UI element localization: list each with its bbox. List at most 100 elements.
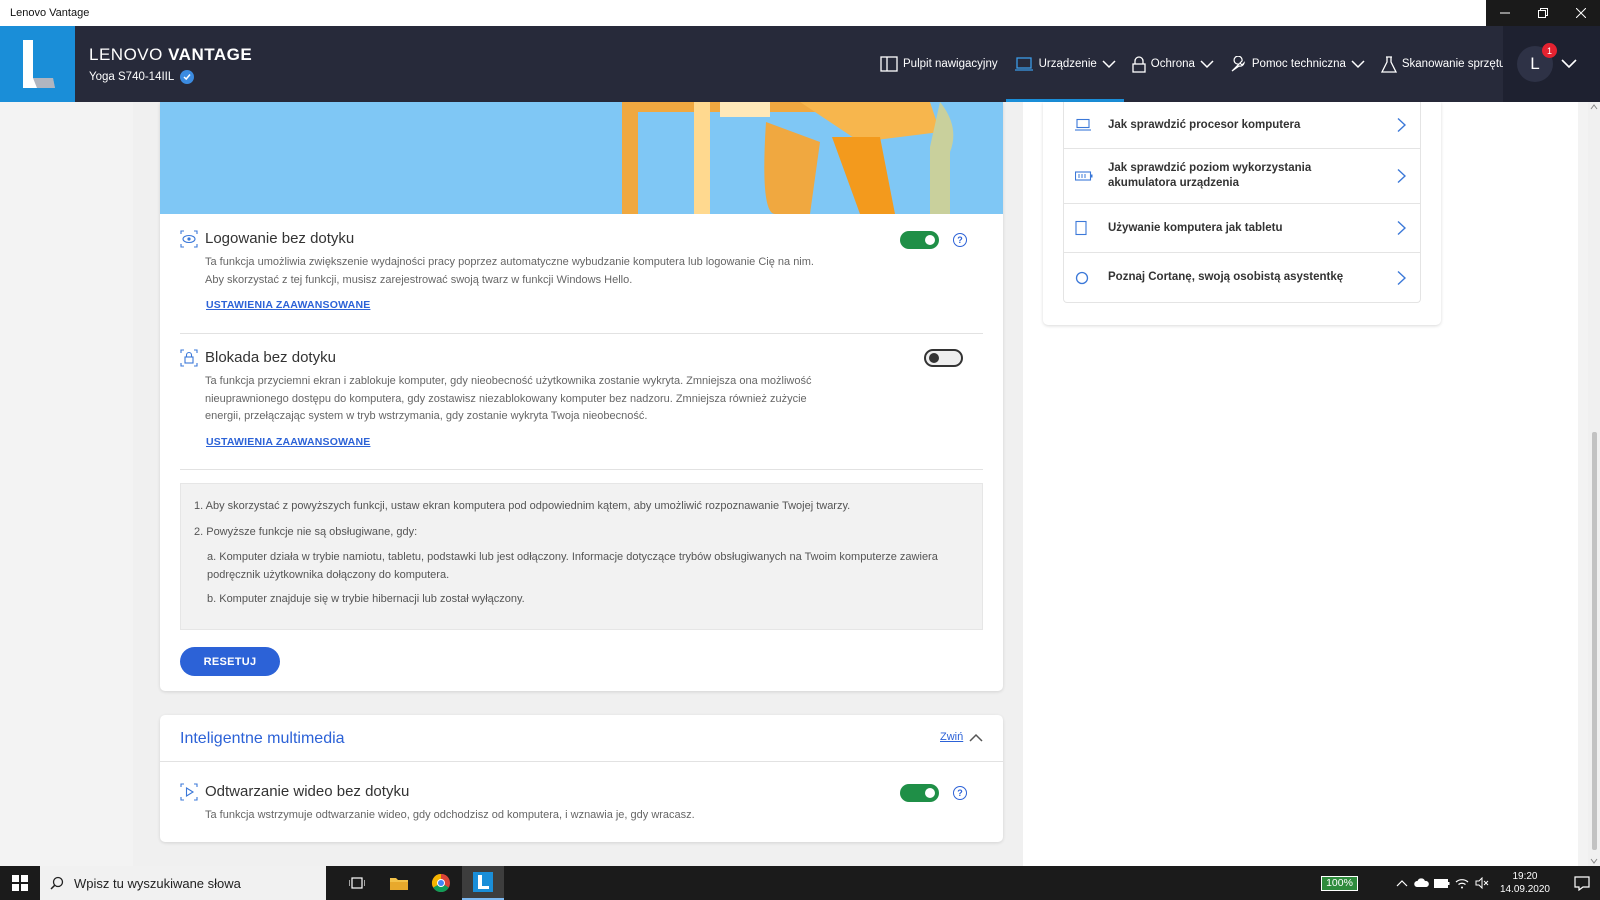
avatar[interactable]: L 1 [1517,43,1557,82]
folder-icon [390,878,408,890]
feature-touchless-login: Logowanie bez dotyku Ta funkcja umożliwi… [180,230,983,311]
chevron-down-icon[interactable] [1561,59,1577,69]
feature-description: Ta funkcja umożliwia zwiększenie wydajno… [205,256,814,286]
feature-title: Odtwarzanie wideo bez dotyku [205,783,410,800]
nav-dashboard[interactable]: Pulpit nawigacyjny [872,26,1006,102]
battery-button[interactable] [1432,878,1452,888]
help-icon[interactable]: ? [953,786,967,800]
divider [180,469,983,470]
chevron-right-icon [1397,220,1406,236]
windows-icon [12,875,28,891]
lenovo-logo[interactable] [0,26,75,102]
file-explorer-button[interactable] [378,866,420,900]
battery-percentage[interactable]: 100% [1321,875,1358,891]
article-item[interactable]: Używanie komputera jak tabletu [1064,204,1420,253]
device-model: Yoga S740-14IIL [89,69,252,84]
search-placeholder: Wpisz tu wyszukiwane słowa [74,875,241,891]
speaker-muted-icon [1475,877,1489,889]
smart-media-card: Inteligentne multimedia Zwiń Odtwarzanie… [160,715,1003,842]
note-1: 1. Aby skorzystać z powyższych funkcji, … [194,500,851,512]
touchless-lock-toggle[interactable] [924,349,963,367]
minimize-icon [1500,12,1510,14]
brand-name: LENOVO VANTAGE [89,44,253,64]
close-icon [1576,8,1586,18]
window-title: Lenovo Vantage [10,7,90,19]
requirements-notes: 1. Aby skorzystać z powyższych funkcji, … [180,483,983,630]
restore-button[interactable] [1524,0,1562,26]
touchless-login-toggle[interactable] [900,231,939,249]
feature-touchless-video: Odtwarzanie wideo bez dotyku Ta funkcja … [180,783,983,823]
minimize-button[interactable] [1486,0,1524,26]
scrollbar[interactable] [1588,102,1600,866]
window-controls [1486,0,1600,26]
chevron-up-icon [969,733,983,742]
chrome-button[interactable] [420,866,462,900]
network-button[interactable] [1452,877,1472,889]
lock-icon [1132,55,1146,73]
taskbar: Wpisz tu wyszukiwane słowa 100% 19:20 14… [0,866,1600,900]
laptop-icon [1014,57,1033,71]
illustration [160,102,1003,214]
cortana-icon [1075,271,1089,284]
note-2b: b. Komputer znajduje się w trybie hibern… [207,593,525,605]
reset-button[interactable]: RESETUJ [180,647,280,676]
notification-badge: 1 [1542,43,1557,58]
article-list: Jak sprawdzić procesor komputera Jak spr… [1063,102,1421,303]
restore-icon [1538,8,1548,18]
note-2: 2. Powyższe funkcje nie są obsługiwane, … [194,526,418,538]
smart-assist-card: Logowanie bez dotyku Ta funkcja umożliwi… [160,102,1003,691]
volume-button[interactable] [1472,877,1492,889]
vantage-logo-icon [22,40,55,88]
show-hidden-icons-button[interactable] [1392,879,1412,887]
chevron-right-icon [1397,270,1406,285]
notification-icon [1574,875,1590,891]
media-card-title: Inteligentne multimedia [180,730,345,747]
media-card-header: Inteligentne multimedia Zwiń [160,715,1003,762]
battery-icon [1433,878,1450,888]
feature-title: Logowanie bez dotyku [205,230,355,247]
chevron-down-icon [1351,59,1365,68]
taskbar-search[interactable]: Wpisz tu wyszukiwane słowa [40,866,326,900]
task-view-button[interactable] [336,866,378,900]
laptop-icon [1075,118,1091,131]
feature-description: Ta funkcja wstrzymuje odtwarzanie wideo,… [205,809,695,821]
article-item[interactable]: Poznaj Cortanę, swoją osobistą asystentk… [1064,253,1420,302]
nav-security[interactable]: Ochrona [1124,26,1222,102]
clock[interactable]: 19:20 14.09.2020 [1500,870,1550,896]
article-item[interactable]: Jak sprawdzić poziom wykorzystania akumu… [1064,149,1420,204]
articles-card: Jak sprawdzić procesor komputera Jak spr… [1043,102,1441,325]
lock-scan-icon [180,349,198,367]
system-tray: 100% 19:20 14.09.2020 [1321,866,1600,900]
scroll-thumb[interactable] [1592,432,1597,850]
action-center-button[interactable] [1564,875,1600,891]
flask-icon [1380,55,1397,73]
advanced-settings-link[interactable]: USTAWIENIA ZAAWANSOWANE [206,436,370,448]
nav-hardware-scan[interactable]: Skanowanie sprzętu [1373,26,1514,102]
scroll-up-icon [1590,104,1598,110]
feature-title: Blokada bez dotyku [205,349,336,366]
divider [180,333,983,334]
main-nav: Pulpit nawigacyjny Urządzenie Ochrona Po… [872,26,1513,102]
eye-icon [180,230,198,248]
chevron-up-icon [1396,880,1408,887]
article-item[interactable]: Jak sprawdzić procesor komputera [1064,102,1420,149]
collapse-button[interactable]: Zwiń [940,731,983,743]
cloud-icon [1414,878,1429,887]
user-menu[interactable]: L 1 [1503,26,1600,102]
app-header: LENOVO VANTAGE Yoga S740-14IIL Pulpit na… [0,26,1600,102]
taskbar-apps [336,866,504,900]
touchless-video-toggle[interactable] [900,784,939,802]
start-button[interactable] [0,866,40,900]
advanced-settings-link[interactable]: USTAWIENIA ZAAWANSOWANE [206,299,370,311]
device-model-label: Yoga S740-14IIL [89,70,175,83]
nav-support[interactable]: Pomoc techniczna [1222,26,1373,102]
lenovo-vantage-taskbar-button[interactable] [462,866,504,900]
close-button[interactable] [1562,0,1600,26]
person-at-desk-illustration [160,102,1003,214]
play-icon [180,783,198,801]
nav-device[interactable]: Urządzenie [1005,26,1124,102]
onedrive-button[interactable] [1412,878,1432,888]
help-icon[interactable]: ? [953,233,967,247]
wrench-icon [1231,55,1245,71]
chevron-down-icon [1200,59,1214,68]
